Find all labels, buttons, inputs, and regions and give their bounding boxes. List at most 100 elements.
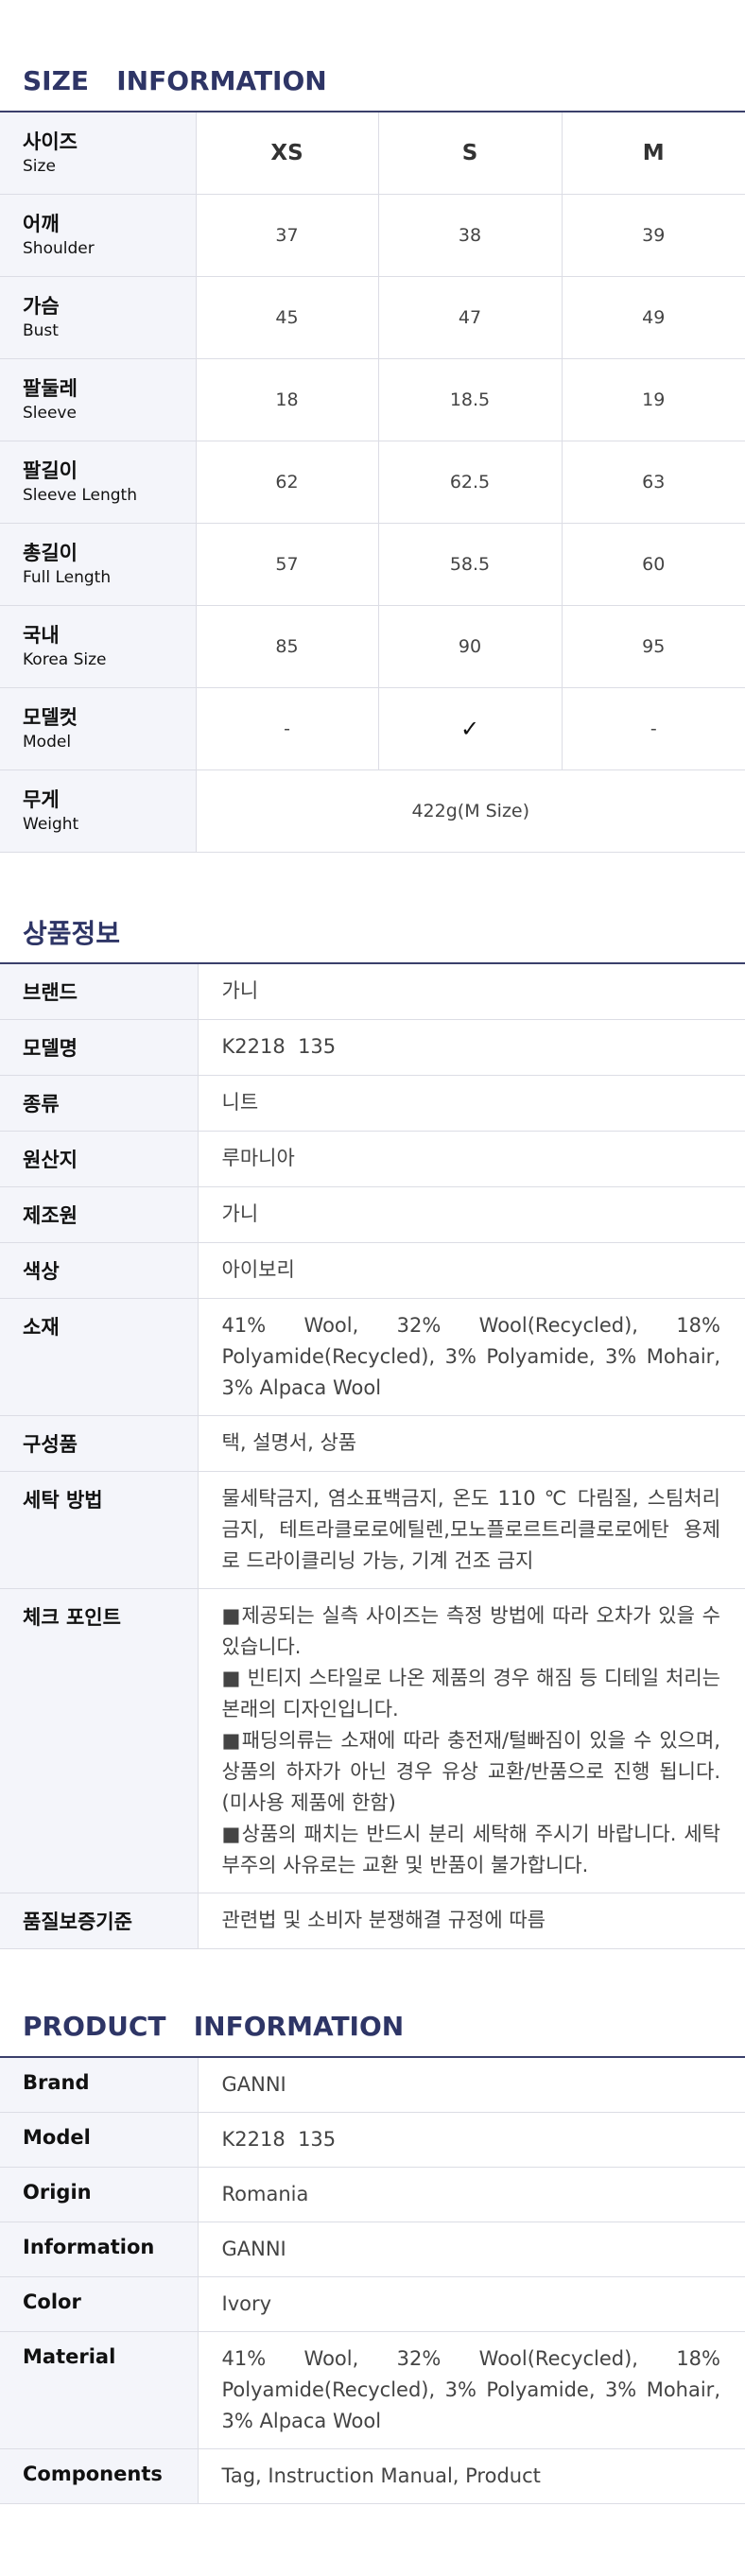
row-label-en: Bust [23,320,59,340]
size-value: - [562,687,745,770]
info-row: Information GANNI [0,2222,745,2277]
size-value: 57 [196,523,379,606]
info-row: 브랜드 가니 [0,963,745,1020]
info-value: Ivory [198,2276,745,2332]
row-label: 국내 Korea Size [0,605,197,688]
product-info-ko-section: 상품정보 브랜드 가니 모델명 K2218 135 종류 니트 원산지 루마니아 제조원… [0,853,745,1949]
info-key: 구성품 [0,1415,199,1472]
info-row: 모델명 K2218 135 [0,1019,745,1076]
size-information-section: SIZE INFORMATION 사이즈 Size XS S M 어깨 Shoul… [0,0,745,853]
info-row: Material 41% Wool, 32% Wool(Recycled), 18… [0,2331,745,2449]
row-label: 총길이 Full Length [0,523,197,606]
size-value: 47 [378,276,563,359]
row-label: 어깨 Shoulder [0,194,197,277]
row-label: 가슴 Bust [0,276,197,359]
size-row-full-length: 총길이 Full Length 57 58.5 60 [0,523,745,606]
info-value: K2218 135 [198,1019,745,1076]
row-label-ko: 가슴 [23,294,60,318]
product-info-en-section: PRODUCT INFORMATION Brand GANNI Model K221… [0,1949,745,2504]
row-label-en: Shoulder [23,238,95,258]
check-point-row: 체크 포인트 ■제공되는 실측 사이즈는 측정 방법에 따라 오차가 있을 수 … [0,1588,745,1893]
check-point-item: ■패딩의류는 소재에 따라 충전재/털빠짐이 있을 수 있으며, 상품의 하자가… [221,1728,721,1814]
size-row-sleeve-length: 팔길이 Sleeve Length 62 62.5 63 [0,441,745,524]
info-row: 종류 니트 [0,1075,745,1132]
size-header-row: 사이즈 Size XS S M [0,112,745,195]
size-value: 38 [378,194,563,277]
size-value: 37 [196,194,379,277]
info-row: 원산지 루마니아 [0,1131,745,1187]
size-label-cell: 사이즈 Size [0,112,197,195]
row-label-en: Model [23,732,72,752]
size-m-header: M [562,112,745,195]
product-info-en-title: PRODUCT INFORMATION [23,2010,405,2042]
info-key: Model [0,2112,199,2168]
weight-value: 422g(M Size) [196,769,745,853]
info-value: K2218 135 [198,2112,745,2168]
info-key: 제조원 [0,1186,199,1243]
info-row: Color Ivory [0,2276,745,2332]
info-value: 택, 설명서, 상품 [198,1415,745,1472]
info-key: Components [0,2448,199,2504]
row-label-ko: 어깨 [23,212,60,235]
row-label-ko: 팔둘레 [23,376,78,400]
size-table: 사이즈 Size XS S M 어깨 Shoulder 37 38 39 가슴 Bu… [0,112,745,853]
info-value: 아이보리 [198,1242,745,1299]
info-row: 품질보증기준 관련법 및 소비자 분쟁해결 규정에 따름 [0,1893,745,1949]
size-value: 18 [196,358,379,441]
info-key: 모델명 [0,1019,199,1076]
info-value: 관련법 및 소비자 분쟁해결 규정에 따름 [198,1893,745,1949]
product-info-ko-title: 상품정보 [23,917,121,949]
size-value: 60 [562,523,745,606]
size-value: 49 [562,276,745,359]
size-value: 90 [378,605,563,688]
info-row: 소재 41% Wool, 32% Wool(Recycled), 18% Poly… [0,1298,745,1416]
row-label-en: Sleeve Length [23,485,137,505]
info-key: Color [0,2276,199,2332]
size-row-shoulder: 어깨 Shoulder 37 38 39 [0,194,745,277]
row-label-ko: 국내 [23,623,60,647]
size-value: 45 [196,276,379,359]
info-row: Origin Romania [0,2167,745,2222]
size-value: 39 [562,194,745,277]
info-value: Romania [198,2167,745,2222]
row-label-ko: 무게 [23,787,60,811]
size-value: 62.5 [378,441,563,524]
size-value: 62 [196,441,379,524]
info-value: Tag, Instruction Manual, Product [198,2448,745,2504]
row-label-en: Korea Size [23,649,107,669]
size-value: 58.5 [378,523,563,606]
info-value: 물세탁금지, 염소표백금지, 온도 110 ℃ 다림질, 스팀처리 금지, 테트… [198,1471,745,1589]
info-key: 색상 [0,1242,199,1299]
size-xs-header: XS [196,112,379,195]
info-row: Model K2218 135 [0,2112,745,2168]
row-label: 팔길이 Sleeve Length [0,441,197,524]
check-point-list: ■제공되는 실측 사이즈는 측정 방법에 따라 오차가 있을 수 있습니다. ■… [198,1588,745,1893]
info-row: 색상 아이보리 [0,1242,745,1299]
info-key: Information [0,2222,199,2277]
model-checkmark: ✓ [378,687,563,770]
size-row-bust: 가슴 Bust 45 47 49 [0,276,745,359]
row-label-en: Weight [23,814,79,834]
info-value: 니트 [198,1075,745,1132]
size-value: 95 [562,605,745,688]
info-key: Brand [0,2057,199,2113]
row-label-ko: 총길이 [23,541,78,564]
size-information-title: SIZE INFORMATION [23,65,327,96]
info-key: 원산지 [0,1131,199,1187]
info-key: 체크 포인트 [0,1588,199,1893]
info-value: 가니 [198,1186,745,1243]
row-label: 무게 Weight [0,769,197,853]
size-row-korea-size: 국내 Korea Size 85 90 95 [0,605,745,688]
row-label: 팔둘레 Sleeve [0,358,197,441]
product-info-ko-table: 브랜드 가니 모델명 K2218 135 종류 니트 원산지 루마니아 제조원 가니 색상… [0,963,745,1949]
row-label-ko: 팔길이 [23,458,78,482]
row-label-en: Full Length [23,567,112,587]
size-s-header: S [378,112,563,195]
info-row: Components Tag, Instruction Manual, Produ… [0,2448,745,2504]
size-value: 85 [196,605,379,688]
size-row-model: 모델컷 Model - ✓ - [0,687,745,770]
info-key: 브랜드 [0,963,199,1020]
info-row: Brand GANNI [0,2057,745,2113]
info-key: 품질보증기준 [0,1893,199,1949]
size-label-en: Size [23,156,56,176]
